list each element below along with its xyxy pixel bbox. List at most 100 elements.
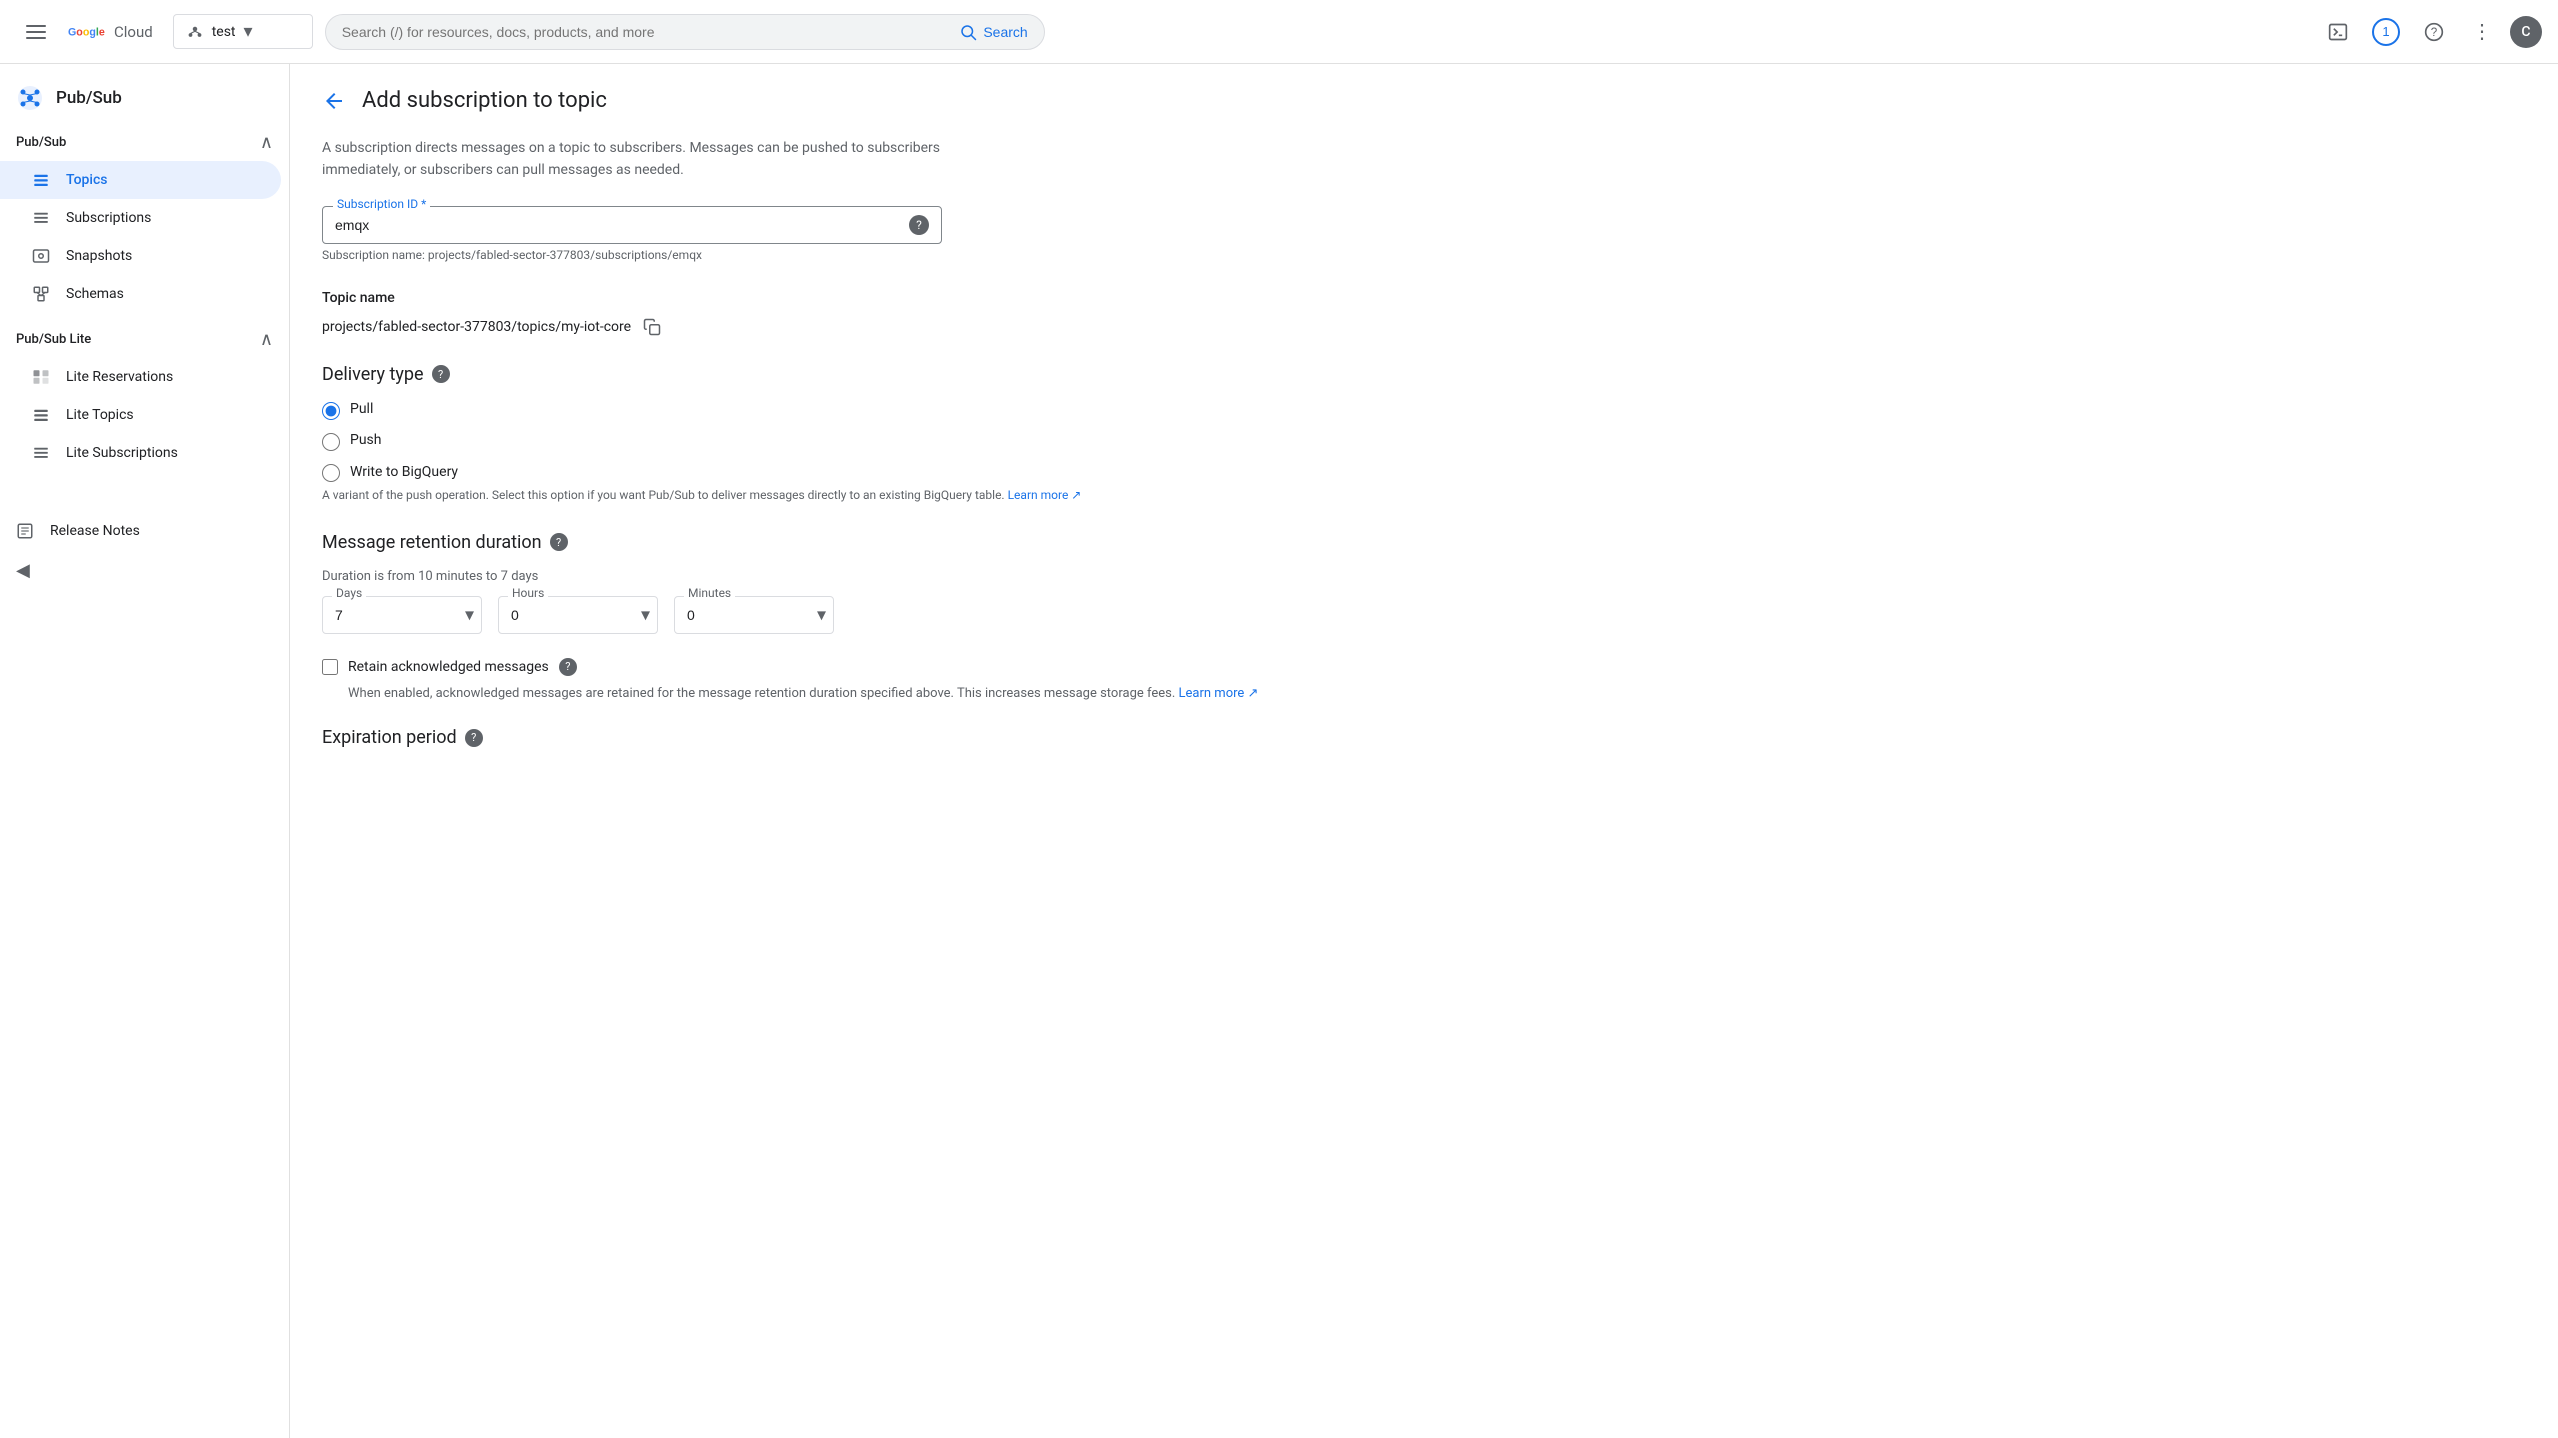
minutes-field: Minutes 0 10 30 ▾ [674, 596, 834, 634]
sidebar-item-lite-topics[interactable]: Lite Topics [0, 396, 281, 434]
copy-icon [643, 318, 661, 336]
bigquery-radio[interactable] [322, 464, 340, 482]
search-button[interactable]: Search [959, 23, 1027, 41]
svg-text:Google: Google [68, 26, 105, 38]
delivery-type-title: Delivery type ? [322, 364, 2526, 385]
help-button[interactable]: ? [2414, 12, 2454, 52]
snapshots-icon [32, 247, 50, 265]
sidebar: Pub/Sub Pub/Sub ∧ Topics [0, 64, 290, 1438]
page-header: Add subscription to topic [322, 88, 2526, 113]
notification-button[interactable]: 1 [2366, 12, 2406, 52]
topics-label: Topics [66, 172, 107, 188]
subscriptions-label: Subscriptions [66, 210, 151, 226]
lite-reservations-icon [32, 368, 50, 386]
bigquery-learn-more-link[interactable]: Learn more ↗ [1008, 488, 1082, 502]
subscription-id-label: Subscription ID * [333, 197, 430, 211]
subscription-id-help-icon[interactable]: ? [909, 215, 929, 235]
hours-field: Hours 0 1 2 ▾ [498, 596, 658, 634]
hours-label: Hours [508, 586, 548, 600]
pubsub-logo [16, 84, 44, 112]
lite-subscriptions-icon [32, 444, 50, 462]
subscription-id-input[interactable] [335, 217, 909, 233]
push-label: Push [350, 432, 382, 448]
retain-ack-item[interactable]: Retain acknowledged messages ? [322, 658, 2526, 676]
lite-topics-icon [32, 406, 50, 424]
collapse-icon: ◀ [16, 560, 30, 581]
retention-hint: Duration is from 10 minutes to 7 days [322, 569, 2526, 584]
project-icon [186, 23, 204, 41]
duration-fields: Days 7 0 1 2 3 4 5 6 ▾ Hours [322, 596, 2526, 634]
topics-icon [32, 171, 50, 189]
schemas-icon [32, 285, 50, 303]
terminal-button[interactable] [2318, 12, 2358, 52]
expiration-help-icon[interactable]: ? [465, 729, 483, 747]
search-bar[interactable]: Search [325, 14, 1045, 50]
sidebar-item-release-notes[interactable]: Release Notes [0, 512, 281, 550]
topic-name-value: projects/fabled-sector-377803/topics/my-… [322, 319, 631, 335]
days-label: Days [332, 586, 366, 600]
topic-name-section: Topic name projects/fabled-sector-377803… [322, 290, 2526, 340]
sidebar-item-schemas[interactable]: Schemas [0, 275, 281, 313]
schemas-label: Schemas [66, 286, 124, 302]
retain-ack-learn-more-link[interactable]: Learn more ↗ [1179, 686, 1259, 701]
lite-reservations-label: Lite Reservations [66, 369, 173, 385]
hamburger-menu[interactable] [16, 12, 56, 52]
retain-ack-description: When enabled, acknowledged messages are … [348, 684, 2526, 704]
search-input[interactable] [342, 24, 952, 40]
topbar: Google Cloud test ▾ Search [0, 0, 2558, 64]
pubsub-collapse-icon: ∧ [260, 132, 273, 153]
days-select[interactable]: 7 0 1 2 3 4 5 6 [322, 596, 482, 634]
svg-text:?: ? [2431, 26, 2438, 39]
sidebar-collapse-button[interactable]: ◀ [0, 550, 281, 591]
retain-ack-checkbox[interactable] [322, 659, 338, 675]
subscription-id-field[interactable]: Subscription ID * ? [322, 206, 942, 244]
retention-duration-section: Message retention duration ? Duration is… [322, 532, 2526, 634]
sidebar-item-snapshots[interactable]: Snapshots [0, 237, 281, 275]
sidebar-title: Pub/Sub [56, 88, 122, 108]
delivery-type-help-icon[interactable]: ? [432, 365, 450, 383]
back-arrow-icon [322, 89, 346, 113]
search-icon [959, 23, 977, 41]
sidebar-bottom: Release Notes ◀ [0, 512, 289, 591]
main-content: Add subscription to topic A subscription… [290, 64, 2558, 1438]
pull-radio[interactable] [322, 402, 340, 420]
expiration-title: Expiration period ? [322, 727, 2526, 748]
pubsub-section-header[interactable]: Pub/Sub ∧ [0, 124, 289, 161]
avatar[interactable]: C [2510, 16, 2542, 48]
minutes-select[interactable]: 0 10 30 [674, 596, 834, 634]
sidebar-item-subscriptions[interactable]: Subscriptions [0, 199, 281, 237]
help-icon: ? [2424, 22, 2444, 42]
pubsub-lite-section-header[interactable]: Pub/Sub Lite ∧ [0, 321, 289, 358]
radio-bigquery[interactable]: Write to BigQuery A variant of the push … [322, 463, 2526, 504]
delivery-type-section: Delivery type ? Pull Push Write to Big [322, 364, 2526, 504]
snapshots-label: Snapshots [66, 248, 132, 264]
radio-push[interactable]: Push [322, 432, 2526, 451]
sidebar-item-topics[interactable]: Topics [0, 161, 281, 199]
lite-subscriptions-label: Lite Subscriptions [66, 445, 178, 461]
retention-help-icon[interactable]: ? [550, 533, 568, 551]
copy-topic-button[interactable] [639, 314, 665, 340]
days-field: Days 7 0 1 2 3 4 5 6 ▾ [322, 596, 482, 634]
push-radio[interactable] [322, 433, 340, 451]
sidebar-item-lite-subscriptions[interactable]: Lite Subscriptions [0, 434, 281, 472]
minutes-label: Minutes [684, 586, 735, 600]
bigquery-label: Write to BigQuery [350, 464, 458, 480]
delivery-type-options: Pull Push Write to BigQuery A variant of… [322, 401, 2526, 504]
release-notes-icon [16, 522, 34, 540]
sidebar-item-lite-reservations[interactable]: Lite Reservations [0, 358, 281, 396]
hours-select[interactable]: 0 1 2 [498, 596, 658, 634]
subscription-name-hint: Subscription name: projects/fabled-secto… [322, 248, 2526, 262]
release-notes-label: Release Notes [50, 523, 140, 539]
lite-topics-label: Lite Topics [66, 407, 134, 423]
google-cloud-logo: Google Cloud [68, 18, 153, 46]
radio-pull[interactable]: Pull [322, 401, 2526, 420]
back-button[interactable] [322, 89, 346, 113]
bigquery-description: A variant of the push operation. Select … [322, 486, 1081, 504]
project-selector[interactable]: test ▾ [173, 14, 313, 49]
retain-external-link-icon: ↗ [1248, 686, 1259, 701]
expiration-section: Expiration period ? [322, 727, 2526, 748]
retain-ack-section: Retain acknowledged messages ? When enab… [322, 658, 2526, 704]
notification-badge: 1 [2372, 18, 2400, 46]
retain-ack-help-icon[interactable]: ? [559, 658, 577, 676]
more-options-button[interactable]: ⋮ [2462, 12, 2502, 52]
